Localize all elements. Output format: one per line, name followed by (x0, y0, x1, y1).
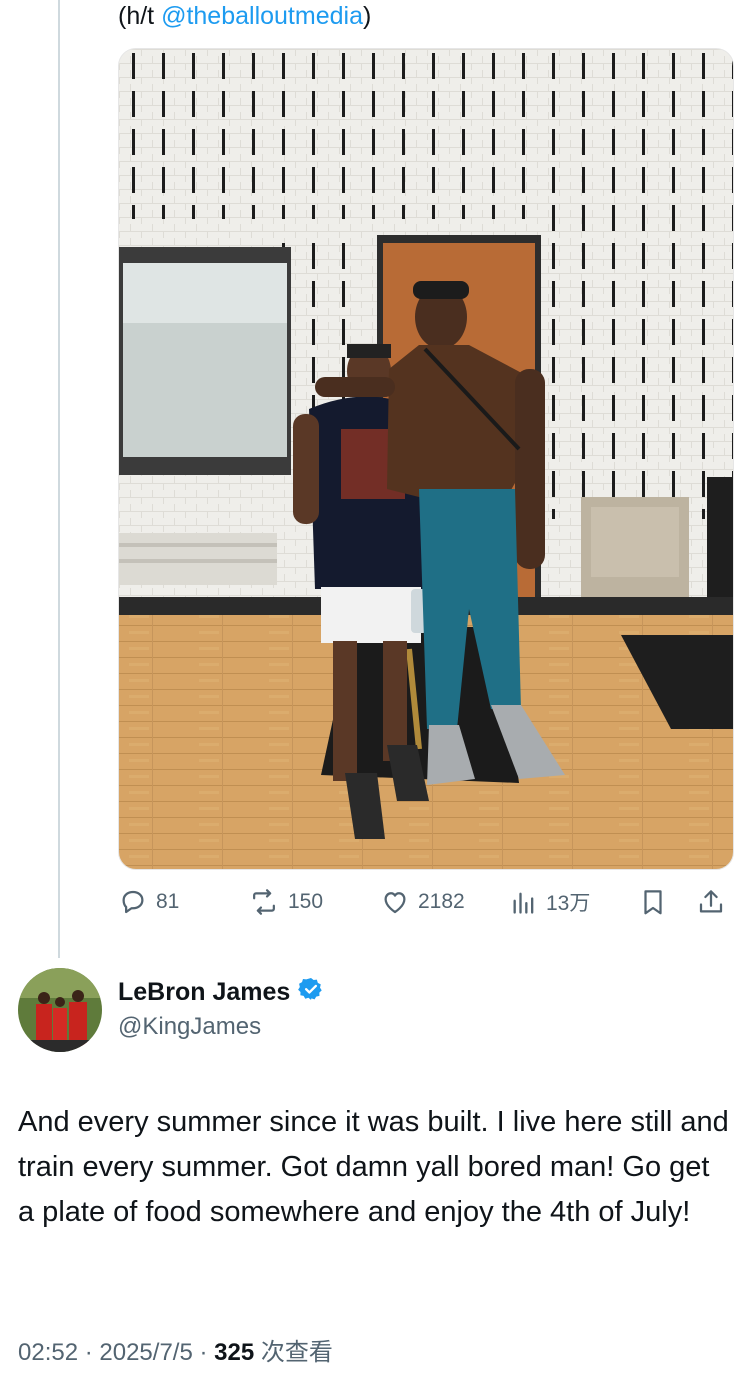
share-icon (696, 887, 726, 917)
tweet-date[interactable]: 2025/7/5 (99, 1339, 192, 1366)
bookmark-button[interactable] (638, 884, 668, 920)
tweet-photo[interactable] (118, 48, 734, 870)
repost-icon (248, 887, 280, 917)
tweet-time[interactable]: 02:52 (18, 1339, 78, 1366)
reply-count: 81 (156, 890, 180, 913)
share-button[interactable] (696, 884, 726, 920)
verified-badge-icon (298, 976, 324, 1009)
tweet-meta: 02:52 · 2025/7/5 · 325 次查看 (18, 1332, 333, 1367)
hat-tip-prefix: (h/t (118, 2, 162, 30)
views-count: 13万 (546, 892, 591, 915)
tweet-action-bar: 81 150 2182 13万 (118, 884, 732, 920)
like-icon (380, 887, 410, 917)
views-icon (510, 887, 538, 917)
tweet-view-label: 次查看 (254, 1339, 333, 1366)
reply-button[interactable]: 81 (118, 884, 179, 920)
bookmark-icon (638, 887, 668, 917)
meta-separator: · (78, 1339, 100, 1366)
views-button[interactable]: 13万 (510, 884, 590, 920)
meta-separator: · (192, 1339, 215, 1366)
thread-connector-line (58, 0, 60, 958)
repost-count: 150 (288, 890, 324, 913)
reply-icon (118, 887, 148, 917)
like-count: 2182 (418, 890, 465, 913)
repost-button[interactable]: 150 (248, 884, 323, 920)
avatar-image (18, 968, 102, 1052)
like-button[interactable]: 2182 (380, 884, 465, 920)
author-name[interactable]: LeBron James (118, 976, 324, 1009)
photo-illustration (119, 49, 733, 869)
hat-tip-line: (h/t @theballoutmedia) (118, 2, 371, 31)
author-avatar[interactable] (18, 968, 102, 1052)
hat-tip-handle-link[interactable]: @theballoutmedia (161, 2, 363, 30)
hat-tip-suffix: ) (362, 2, 372, 30)
tweet-text: And every summer since it was built. I l… (18, 1106, 729, 1228)
tweet-view-count: 325 (214, 1339, 255, 1366)
author-handle[interactable]: @KingJames (118, 1013, 261, 1041)
author-display-name: LeBron James (118, 978, 291, 1006)
